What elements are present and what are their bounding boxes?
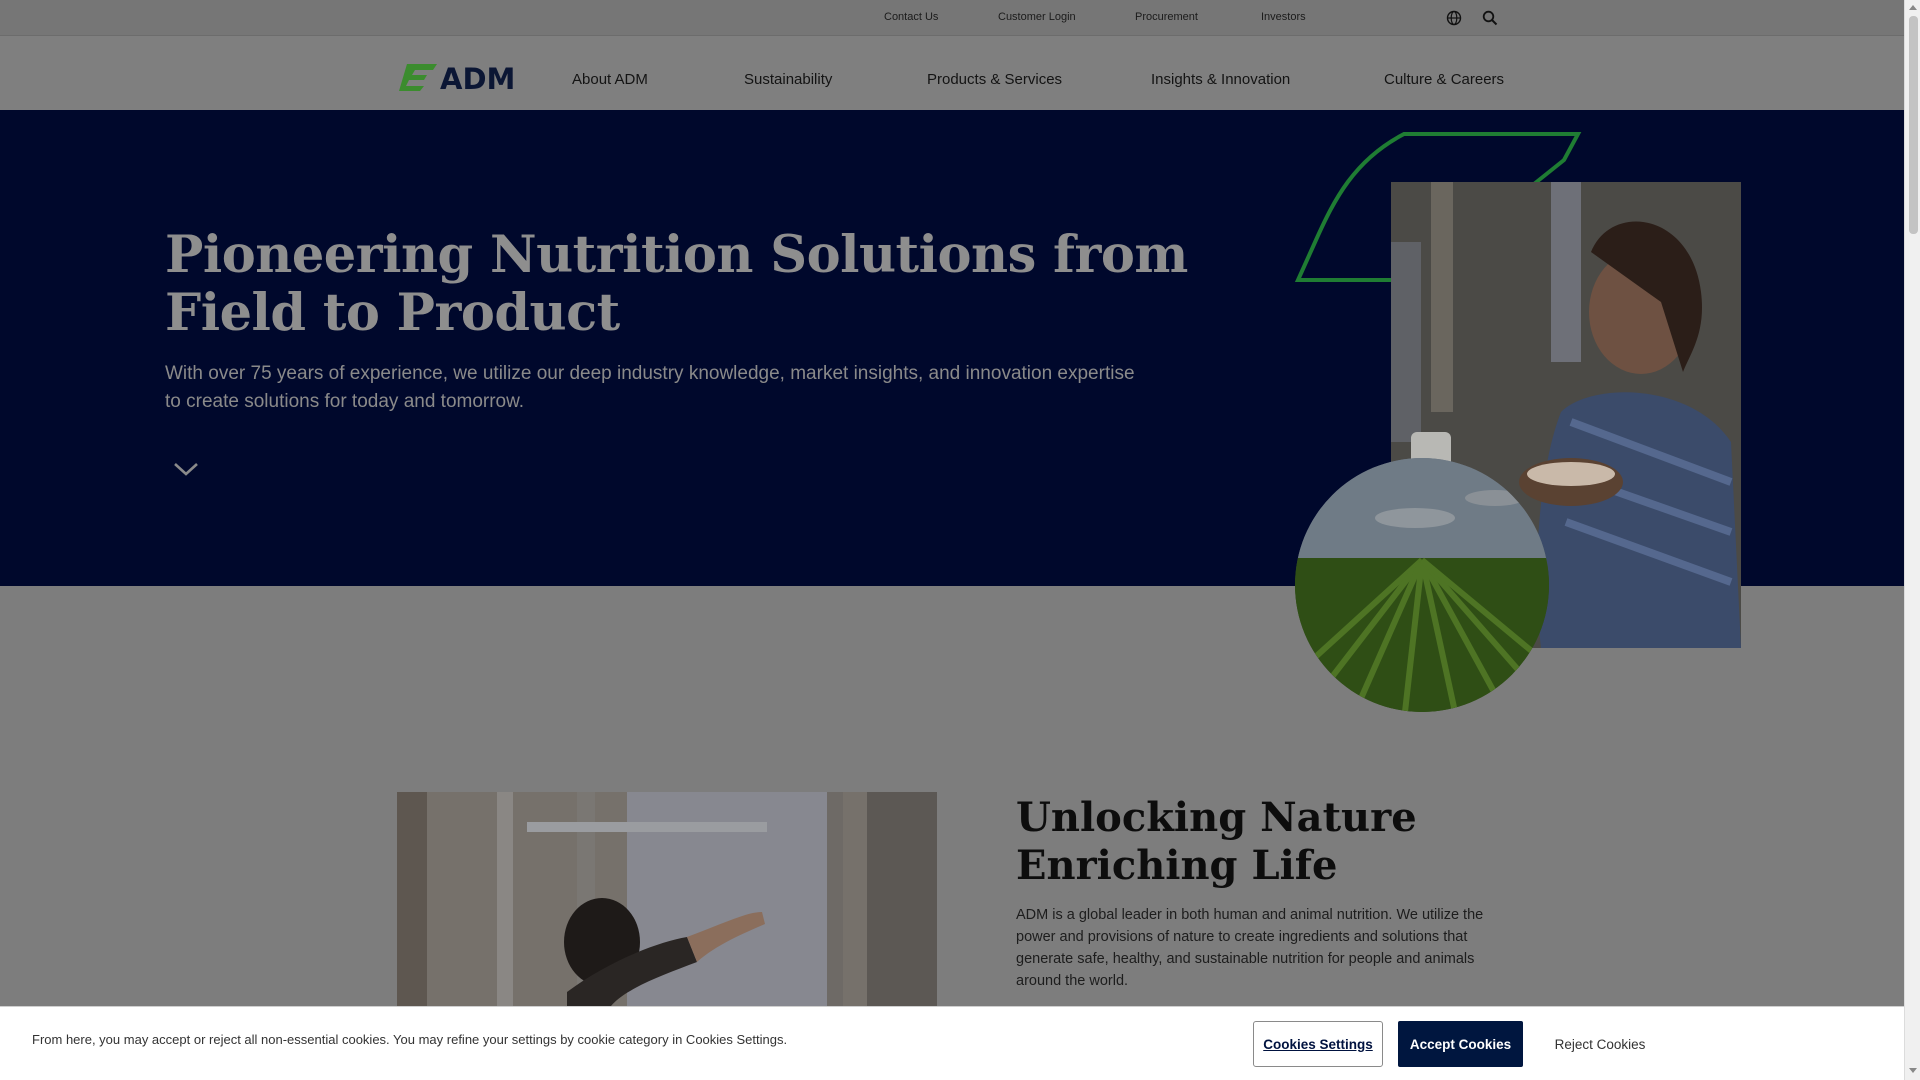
main-nav: ADM About ADM Sustainability Products & … (0, 36, 1904, 110)
page-scrollbar[interactable] (1904, 0, 1920, 1080)
nav-sustainability[interactable]: Sustainability (744, 71, 832, 88)
crop-field-image (1295, 458, 1549, 712)
investors-link[interactable]: Investors (1261, 11, 1306, 23)
intro-title: Unlocking Nature Enriching Life (1016, 794, 1536, 890)
scroll-down-arrow-icon[interactable] (1909, 1068, 1917, 1073)
intro-body: ADM is a global leader in both human and… (1016, 907, 1484, 989)
accept-cookies-button[interactable]: Accept Cookies (1398, 1021, 1523, 1067)
logo-text: ADM (440, 62, 515, 92)
scroll-thumb[interactable] (1909, 16, 1918, 234)
nav-products-services[interactable]: Products & Services (927, 71, 1062, 88)
adm-logo[interactable]: ADM (397, 62, 525, 92)
utility-bar: Contact Us Customer Login Procurement In… (0, 0, 1904, 36)
scroll-up-arrow-icon[interactable] (1909, 5, 1917, 10)
procurement-link[interactable]: Procurement (1135, 11, 1198, 23)
intro-title-line2: Enriching Life (1016, 842, 1338, 889)
cookies-settings-button[interactable]: Cookies Settings (1253, 1021, 1383, 1067)
customer-login-link[interactable]: Customer Login (998, 11, 1076, 23)
nav-insights-innovation[interactable]: Insights & Innovation (1151, 71, 1290, 88)
chevron-down-icon[interactable] (172, 460, 200, 478)
globe-icon[interactable] (1445, 9, 1463, 27)
search-icon[interactable] (1481, 9, 1499, 27)
page: Contact Us Customer Login Procurement In… (0, 0, 1904, 1080)
hero-subtitle: With over 75 years of experience, we uti… (165, 363, 1135, 412)
nav-about-adm[interactable]: About ADM (572, 71, 648, 88)
reject-cookies-button[interactable]: Reject Cookies (1540, 1021, 1660, 1067)
cookie-banner: From here, you may accept or reject all … (0, 1006, 1904, 1080)
intro-title-line1: Unlocking Nature (1016, 794, 1417, 841)
man-exercising-image (397, 792, 937, 1012)
hero-title: Pioneering Nutrition Solutions from Fiel… (165, 225, 1188, 343)
cookie-banner-text: From here, you may accept or reject all … (32, 1032, 788, 1047)
nav-culture-careers[interactable]: Culture & Careers (1384, 71, 1504, 88)
contact-us-link[interactable]: Contact Us (884, 11, 938, 23)
